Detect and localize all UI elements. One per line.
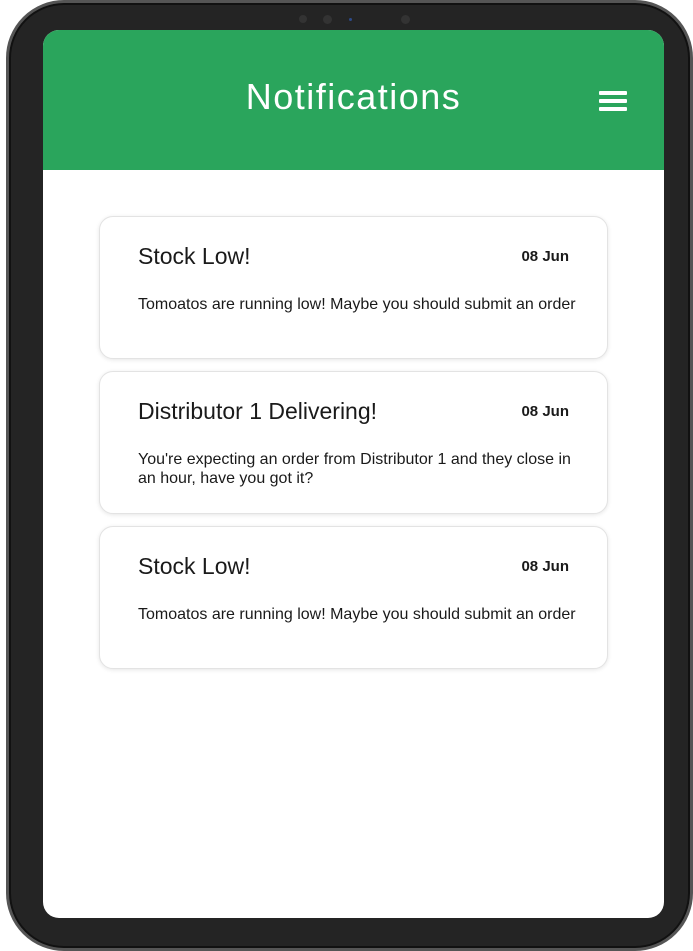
notification-title: Distributor 1 Delivering! xyxy=(138,398,378,424)
menu-bar xyxy=(599,99,627,103)
hamburger-menu-icon[interactable] xyxy=(595,88,631,114)
notification-title: Stock Low! xyxy=(138,553,251,579)
menu-bar xyxy=(599,107,627,111)
notification-list: Stock Low! 08 Jun Tomoatos are running l… xyxy=(99,216,608,681)
sensor-icon xyxy=(299,15,307,23)
notification-date: 08 Jun xyxy=(521,248,569,265)
notification-date: 08 Jun xyxy=(521,403,569,420)
notification-card[interactable]: Stock Low! 08 Jun Tomoatos are running l… xyxy=(99,526,608,669)
tablet-frame: Notifications Stock Low! 08 Jun Tomoatos… xyxy=(6,0,693,951)
notification-title: Stock Low! xyxy=(138,243,251,269)
notification-card[interactable]: Distributor 1 Delivering! 08 Jun You're … xyxy=(99,371,608,514)
notification-message: You're expecting an order from Distribut… xyxy=(138,451,571,487)
notification-date: 08 Jun xyxy=(521,558,569,575)
app-header: Notifications xyxy=(43,30,664,170)
camera-icon xyxy=(323,15,332,24)
camera-bar xyxy=(289,11,429,27)
page-title: Notifications xyxy=(245,76,462,117)
camera-lens-icon xyxy=(349,18,352,21)
notification-message: Tomoatos are running low! Maybe you shou… xyxy=(138,606,576,623)
menu-bar xyxy=(599,91,627,95)
notification-card[interactable]: Stock Low! 08 Jun Tomoatos are running l… xyxy=(99,216,608,359)
screen: Notifications Stock Low! 08 Jun Tomoatos… xyxy=(43,30,664,918)
sensor-icon xyxy=(401,15,410,24)
notification-message: Tomoatos are running low! Maybe you shou… xyxy=(138,296,576,313)
